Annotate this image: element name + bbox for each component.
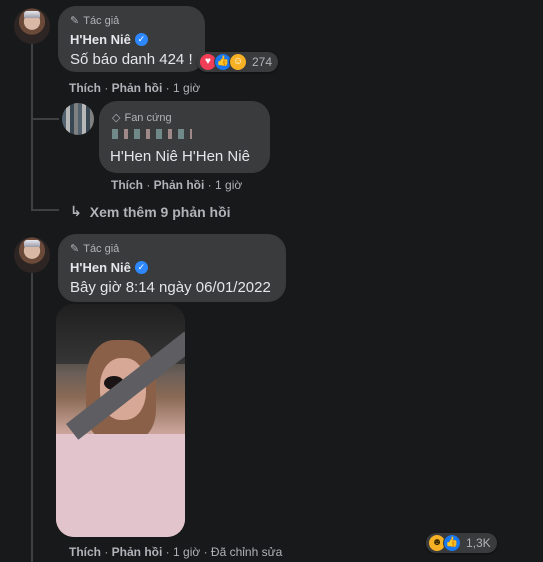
reaction-summary[interactable]: ♥ 👍 ☺ 274 <box>197 52 279 72</box>
comment-actions: Thích · Phản hồi · 1 giờ · Đã chỉnh sửa <box>69 545 283 559</box>
thread-line-1-end <box>31 209 59 211</box>
like-reaction-icon: 👍 <box>443 534 461 552</box>
reply-author-name-pixelated[interactable] <box>112 129 192 139</box>
timestamp[interactable]: 1 giờ <box>215 178 242 192</box>
timestamp[interactable]: 1 giờ <box>173 545 200 559</box>
avatar[interactable] <box>14 8 50 44</box>
comment-photo[interactable] <box>56 304 185 537</box>
thread-line-1 <box>31 44 33 210</box>
fan-badge: ◇ Fan cứng <box>112 111 172 125</box>
view-more-replies-link[interactable]: ↳ Xem thêm 9 phản hồi <box>70 203 231 220</box>
pencil-icon: ✎ <box>70 15 80 27</box>
reply-action[interactable]: Phản hồi <box>154 178 205 192</box>
like-action[interactable]: Thích <box>111 178 143 192</box>
comment-text: Bây giờ 8:14 ngày 06/01/2022 <box>70 279 271 296</box>
comment-actions: Thích · Phản hồi · 1 giờ <box>69 81 201 95</box>
avatar[interactable] <box>62 103 94 135</box>
avatar[interactable] <box>14 237 50 273</box>
reply-arrow-icon: ↳ <box>70 203 82 219</box>
diamond-icon: ◇ <box>112 112 121 124</box>
author-role: ✎ Tác giả <box>70 14 120 28</box>
like-action[interactable]: Thích <box>69 545 101 559</box>
thread-line-2 <box>31 272 33 562</box>
author-role: ✎ Tác giả <box>70 242 120 256</box>
reaction-summary[interactable]: ☻ 👍 1,3K <box>426 533 497 553</box>
reaction-count: 1,3K <box>466 536 491 550</box>
verified-badge-icon: ✓ <box>134 33 148 46</box>
reply-action[interactable]: Phản hồi <box>112 545 163 559</box>
thread-line-1-branch <box>31 118 59 120</box>
comment-text: Số báo danh 424 ! <box>70 51 193 68</box>
timestamp[interactable]: 1 giờ <box>173 81 200 95</box>
reply-actions: Thích · Phản hồi · 1 giờ <box>111 178 243 192</box>
comment-author[interactable]: H'Hen Niê ✓ <box>70 32 148 47</box>
like-action[interactable]: Thích <box>69 81 101 95</box>
reply-action[interactable]: Phản hồi <box>112 81 163 95</box>
care-reaction-icon: ☺ <box>229 53 247 71</box>
reaction-count: 274 <box>252 55 273 69</box>
comment-author[interactable]: H'Hen Niê ✓ <box>70 260 148 275</box>
edited-label[interactable]: Đã chỉnh sửa <box>211 545 282 559</box>
pencil-icon: ✎ <box>70 243 80 255</box>
verified-badge-icon: ✓ <box>134 261 148 274</box>
reply-text: H'Hen Niê H'Hen Niê <box>110 148 250 165</box>
